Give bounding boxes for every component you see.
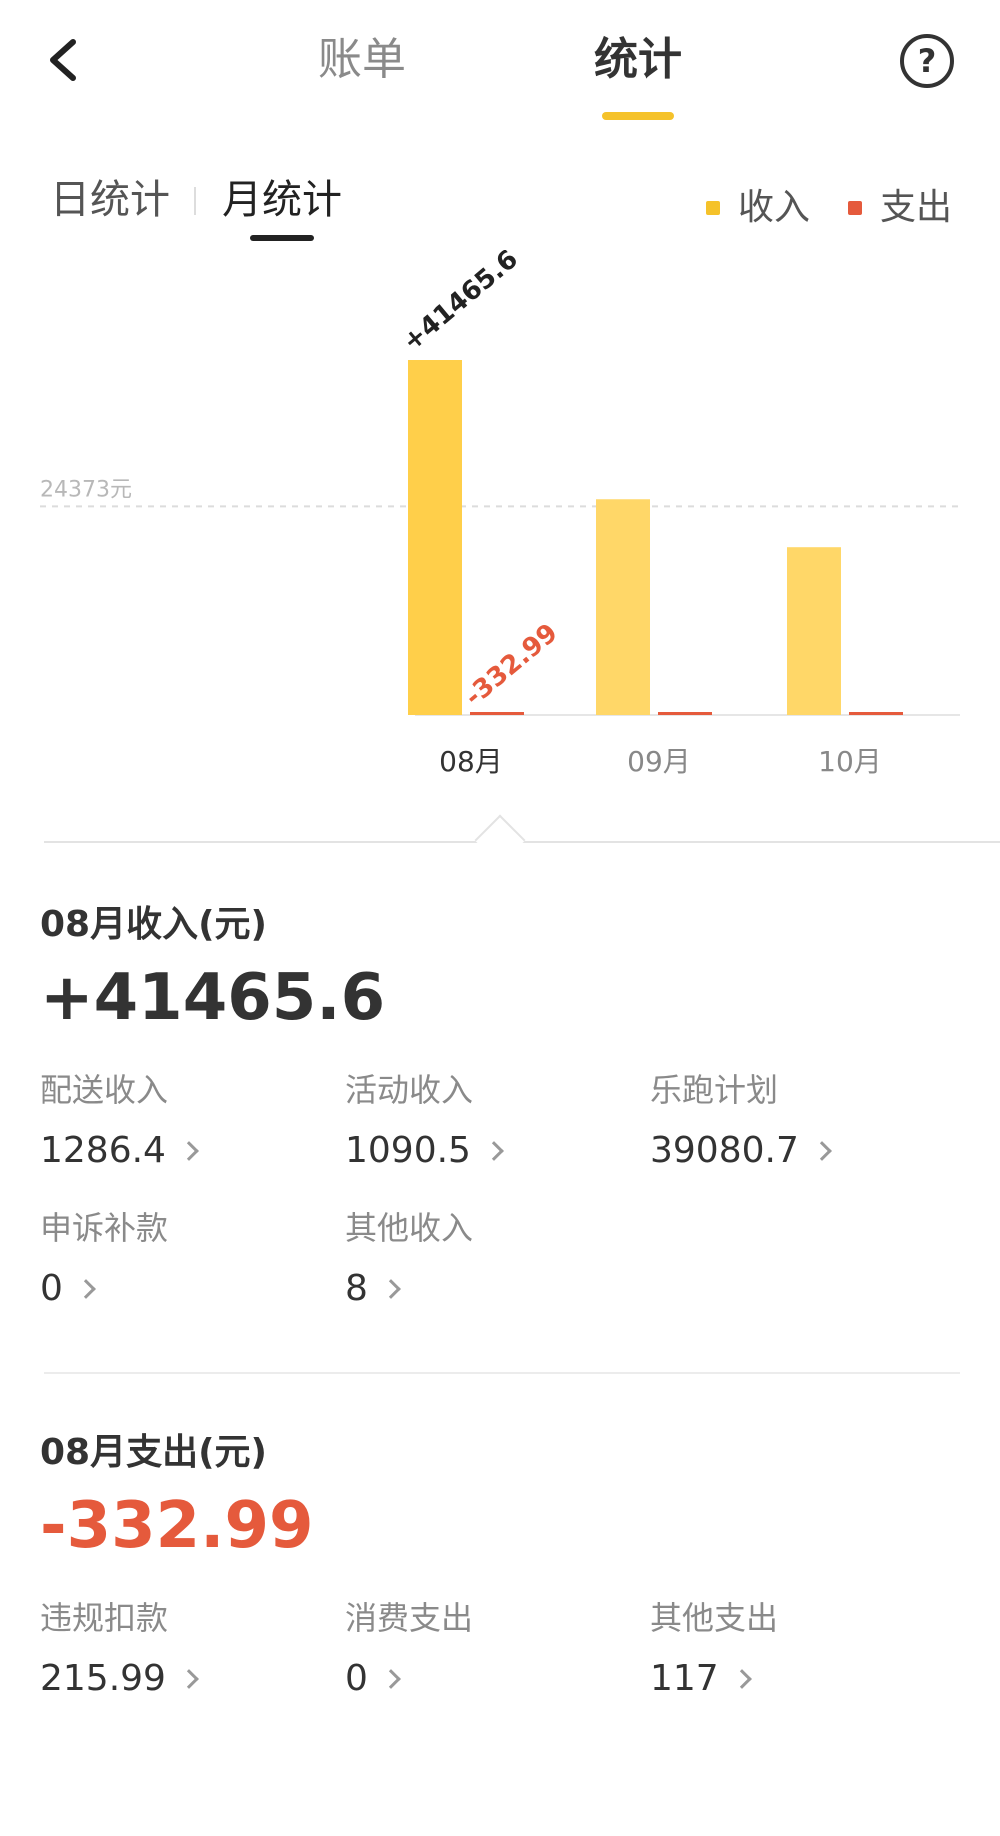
item-label: 配送收入: [40, 1071, 169, 1109]
item-value: 0: [40, 1264, 340, 1314]
sub-tab-divider: [194, 187, 196, 215]
income-item-activity[interactable]: 活动收入 1090.5: [345, 1068, 645, 1176]
item-label: 其他支出: [650, 1599, 779, 1637]
active-tab-indicator: [602, 112, 674, 120]
legend-expense-swatch: [848, 201, 862, 215]
x-tick-label: 10月: [818, 745, 882, 778]
item-amount: 1090.5: [345, 1130, 471, 1171]
item-amount: 117: [650, 1658, 719, 1699]
income-section-title: 08月收入(元): [40, 904, 268, 945]
help-button[interactable]: ?: [900, 34, 954, 88]
item-amount: 0: [40, 1268, 63, 1309]
income-item-delivery[interactable]: 配送收入 1286.4: [40, 1068, 340, 1176]
chevron-right-icon: [381, 1279, 401, 1299]
chevron-left-icon: [50, 39, 76, 81]
chevron-right-icon: [484, 1141, 504, 1161]
bar-income: [596, 499, 650, 715]
expense-item-violation[interactable]: 违规扣款 215.99: [40, 1596, 340, 1704]
item-value: 39080.7: [650, 1126, 950, 1176]
income-summary: 08月收入(元) +41465.6: [40, 900, 960, 1038]
income-item-other[interactable]: 其他收入 8: [345, 1206, 645, 1314]
chevron-right-icon: [179, 1669, 199, 1689]
chevron-right-icon: [731, 1669, 752, 1689]
income-item-run-plan[interactable]: 乐跑计划 39080.7: [650, 1068, 950, 1176]
chevron-right-icon: [811, 1141, 832, 1161]
item-label: 其他收入: [345, 1209, 474, 1247]
chevron-right-icon: [76, 1279, 96, 1299]
x-tick-label: 08月: [439, 745, 503, 778]
item-amount: 215.99: [40, 1658, 166, 1699]
item-amount: 1286.4: [40, 1130, 166, 1171]
legend-expense: 支出: [848, 185, 952, 231]
item-label: 消费支出: [345, 1599, 474, 1637]
question-circle-icon: ?: [917, 42, 937, 80]
item-label: 活动收入: [345, 1071, 474, 1109]
expense-item-consumption[interactable]: 消费支出 0: [345, 1596, 645, 1704]
item-value: 117: [650, 1654, 950, 1704]
selected-month-pointer: [474, 814, 526, 866]
expense-data-label: -332.99: [459, 618, 563, 712]
expense-total: -332.99: [40, 1489, 314, 1563]
chevron-right-icon: [179, 1141, 199, 1161]
item-amount: 39080.7: [650, 1130, 799, 1171]
bar-expense: [849, 712, 903, 715]
expense-summary: 08月支出(元) -332.99: [40, 1428, 960, 1566]
item-value: 1090.5: [345, 1126, 645, 1176]
expense-section-title: 08月支出(元): [40, 1432, 268, 1473]
legend-income: 收入: [706, 185, 810, 231]
item-value: 215.99: [40, 1654, 340, 1704]
reference-line-label: 24373元: [40, 477, 132, 502]
bar-income: [787, 547, 841, 715]
top-navigation-bar: 账单 统计 ?: [0, 0, 1000, 130]
item-label: 申诉补款: [40, 1209, 169, 1247]
item-label: 乐跑计划: [650, 1071, 779, 1109]
sub-tab-indicator: [250, 235, 314, 241]
item-value: 1286.4: [40, 1126, 340, 1176]
tab-bill[interactable]: 账单: [282, 30, 442, 90]
monthly-bar-chart[interactable]: 24373元 08月 09月 10月 +41465.6 -332.99: [0, 250, 1000, 810]
x-tick-label: 09月: [627, 745, 691, 778]
legend-expense-label: 支出: [880, 187, 953, 228]
period-switcher: 日统计 月统计 收入 支出: [0, 165, 1000, 245]
item-amount: 0: [345, 1658, 368, 1699]
legend-income-swatch: [706, 201, 720, 215]
income-total: +41465.6: [40, 961, 386, 1035]
bar-income: [408, 360, 462, 715]
chevron-right-icon: [381, 1669, 401, 1689]
legend-income-label: 收入: [738, 187, 811, 228]
income-item-appeal[interactable]: 申诉补款 0: [40, 1206, 340, 1314]
item-amount: 8: [345, 1268, 368, 1309]
item-value: 0: [345, 1654, 645, 1704]
back-button[interactable]: [32, 30, 92, 90]
item-value: 8: [345, 1264, 645, 1314]
bar-expense: [658, 712, 712, 715]
tab-monthly-statistics[interactable]: 月统计: [222, 175, 342, 225]
tab-statistics[interactable]: 统计: [558, 30, 718, 90]
expense-item-other[interactable]: 其他支出 117: [650, 1596, 950, 1704]
item-label: 违规扣款: [40, 1599, 169, 1637]
income-data-label: +41465.6: [397, 250, 524, 357]
tab-daily-statistics[interactable]: 日统计: [50, 175, 170, 225]
section-divider: [44, 1372, 960, 1374]
